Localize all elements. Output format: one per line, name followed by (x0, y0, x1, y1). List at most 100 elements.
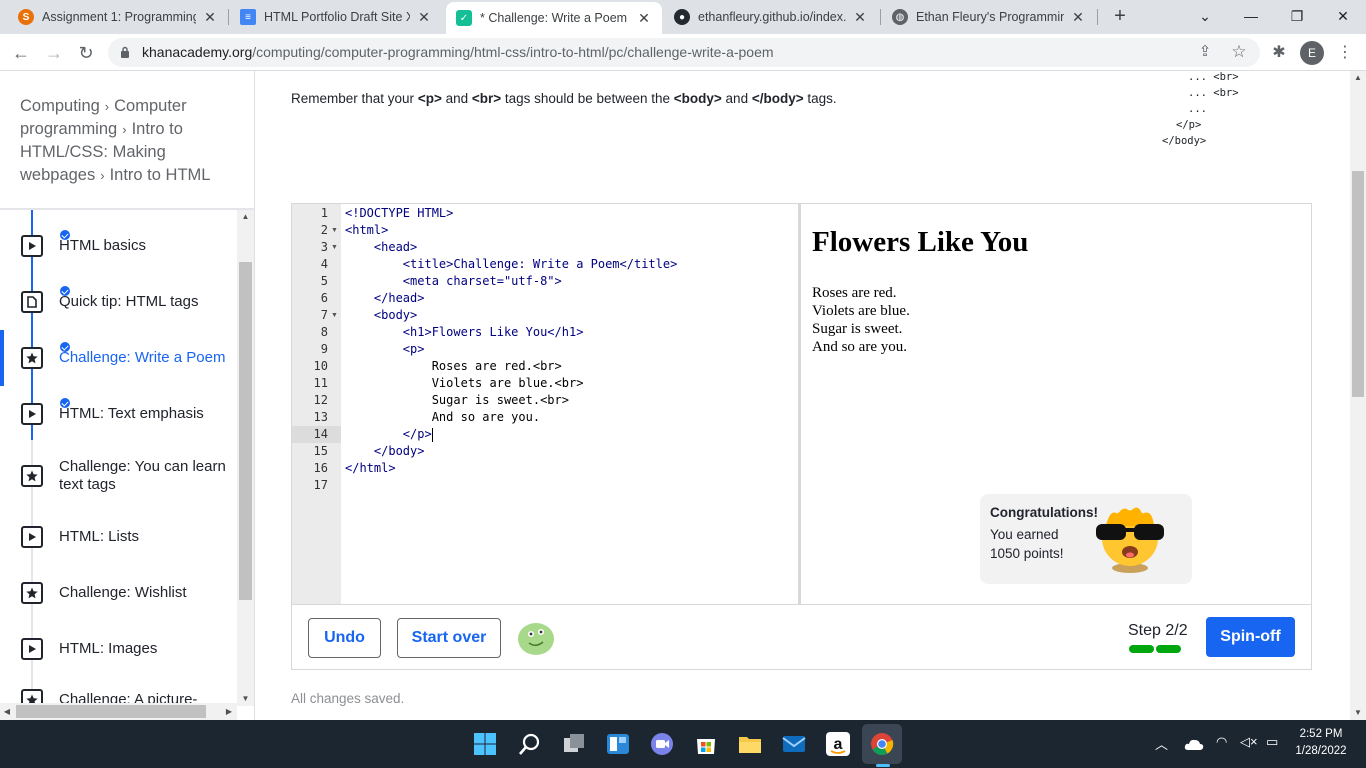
system-clock[interactable]: 2:52 PM 1/28/2022 (1286, 726, 1356, 760)
sidebar-item-label: HTML basics (59, 237, 146, 254)
sidebar-item-quick-tip[interactable]: Quick tip: HTML tags (0, 274, 237, 330)
menu-icon[interactable]: ⋮ (1332, 40, 1358, 66)
start-over-button[interactable]: Start over (397, 618, 501, 658)
tab-khan-challenge[interactable]: ✓ * Challenge: Write a Poem | K ✕ (446, 2, 662, 34)
code-line[interactable]: <!DOCTYPE HTML> (345, 205, 453, 222)
chrome-icon[interactable] (870, 732, 894, 756)
close-tab-icon[interactable]: ✕ (852, 9, 868, 26)
scroll-down-icon[interactable]: ▼ (237, 692, 254, 706)
close-tab-icon[interactable]: ✕ (1070, 9, 1086, 26)
task-view-icon[interactable] (562, 732, 586, 756)
teams-chat-icon[interactable] (650, 732, 674, 756)
restore-button[interactable]: ❐ (1274, 0, 1320, 34)
line-number: 12 (313, 393, 328, 407)
scroll-up-icon[interactable]: ▲ (237, 210, 254, 224)
spin-off-button[interactable]: Spin-off (1206, 617, 1295, 657)
code-line[interactable]: And so are you. (345, 409, 540, 426)
sunglasses-mascot-icon (1096, 507, 1164, 573)
volume-muted-icon[interactable]: ◁× (1240, 734, 1258, 750)
code-line[interactable]: <p> (345, 341, 425, 358)
microsoft-store-icon[interactable] (694, 732, 718, 756)
instruction-text: Remember that your <p> and <br> tags sho… (291, 91, 837, 106)
tab-assignment[interactable]: S Assignment 1: Programming ✕ (8, 0, 228, 34)
document-icon (21, 285, 71, 313)
page-scrollbar[interactable]: ▲ ▼ (1350, 71, 1366, 720)
sidebar-item-html-basics[interactable]: HTML basics (0, 218, 237, 274)
code-line[interactable]: <h1>Flowers Like You</h1> (345, 324, 584, 341)
scrollbar-thumb[interactable] (16, 705, 206, 718)
code-line[interactable]: <html> (345, 222, 388, 239)
sidebar-item-label: HTML: Images (59, 640, 158, 657)
code-line[interactable]: </body> (345, 443, 425, 460)
reload-button[interactable]: ↻ (73, 40, 99, 66)
code-text: Roses are red.<br> (345, 359, 562, 373)
breadcrumb-computing[interactable]: Computing (20, 97, 100, 115)
fold-arrow-icon[interactable]: ▼ (331, 307, 338, 324)
tray-overflow-icon[interactable]: ︿ (1155, 734, 1168, 753)
tab-github[interactable]: ● ethanfleury.github.io/index.h ✕ (664, 0, 878, 34)
fold-arrow-icon[interactable]: ▼ (331, 222, 338, 239)
code-line[interactable]: </html> (345, 460, 396, 477)
sidebar-horizontal-scrollbar[interactable]: ◀ ▶ (0, 703, 237, 720)
code-line[interactable]: </p> (345, 426, 433, 443)
tab-search-icon[interactable]: ⌄ (1182, 0, 1228, 34)
profile-avatar[interactable]: E (1300, 41, 1324, 65)
code-editor[interactable]: 1 2 ▼ 3 ▼ 4 5 6 7 ▼ 8 9 10 11 12 13 14 15 16 17 <!DOCTYPE H… (292, 204, 801, 604)
forward-button[interactable]: → (41, 40, 67, 66)
battery-icon[interactable]: ▭ (1266, 734, 1278, 750)
code-line[interactable]: <title>Challenge: Write a Poem</title> (345, 256, 678, 273)
code-line[interactable]: </head> (345, 290, 425, 307)
tab-programming-site[interactable]: ◍ Ethan Fleury's Programming ✕ (882, 0, 1096, 34)
sidebar-item-html-lists[interactable]: HTML: Lists (0, 509, 237, 565)
scroll-down-icon[interactable]: ▼ (1350, 706, 1366, 720)
sidebar-item-learn-text-tags[interactable]: Challenge: You can learn text tags (0, 448, 237, 504)
fold-arrow-icon[interactable]: ▼ (331, 239, 338, 256)
minimize-button[interactable]: — (1228, 0, 1274, 34)
close-tab-icon[interactable]: ✕ (416, 9, 432, 26)
back-button[interactable]: ← (8, 40, 34, 66)
close-window-button[interactable]: ✕ (1320, 0, 1366, 34)
scroll-up-icon[interactable]: ▲ (1350, 71, 1366, 85)
amazon-icon[interactable]: a (826, 732, 850, 756)
extensions-icon[interactable]: ✱ (1266, 40, 1292, 66)
file-explorer-icon[interactable] (738, 732, 762, 756)
wifi-icon[interactable]: ◠ (1216, 734, 1227, 750)
breadcrumb: Computing › Computer programming › Intro to … (20, 95, 230, 187)
windows-start-icon[interactable] (473, 732, 497, 756)
sidebar-item-text-emphasis[interactable]: HTML: Text emphasis (0, 386, 237, 442)
scrollbar-thumb[interactable] (239, 262, 252, 600)
onedrive-cloud-icon[interactable] (1184, 737, 1204, 751)
address-bar[interactable]: khanacademy.org/computing/computer-progr… (108, 38, 1260, 67)
bookmark-star-icon[interactable]: ☆ (1226, 39, 1252, 65)
scroll-right-icon[interactable]: ▶ (222, 703, 236, 720)
scroll-left-icon[interactable]: ◀ (0, 703, 14, 720)
tab-portfolio-draft[interactable]: ≡ HTML Portfolio Draft Site X ✕ (230, 0, 442, 34)
play-icon (21, 397, 71, 425)
close-tab-icon[interactable]: ✕ (202, 9, 218, 26)
breadcrumb-intro-to-html[interactable]: Intro to HTML (110, 166, 211, 184)
sidebar-item-html-images[interactable]: HTML: Images (0, 621, 237, 677)
hopper-avatar-icon[interactable] (517, 620, 555, 656)
code-text: </p> (345, 427, 432, 441)
code-line[interactable]: <meta charset="utf-8"> (345, 273, 562, 290)
tab-title: Assignment 1: Programming (42, 10, 196, 24)
widgets-icon[interactable] (606, 732, 630, 756)
sidebar-item-wishlist[interactable]: Challenge: Wishlist (0, 565, 237, 621)
mail-icon[interactable] (782, 732, 806, 756)
sidebar-scrollbar[interactable]: ▲ ▼ (237, 210, 254, 706)
code-line[interactable]: Sugar is sweet.<br> (345, 392, 569, 409)
search-icon[interactable] (518, 732, 542, 756)
scrollbar-thumb[interactable] (1352, 171, 1364, 397)
close-tab-icon[interactable]: ✕ (636, 10, 652, 27)
code-line[interactable]: <head> (345, 239, 417, 256)
code-line[interactable]: Violets are blue.<br> (345, 375, 584, 392)
url-text[interactable]: khanacademy.org/computing/computer-progr… (142, 38, 774, 67)
undo-button[interactable]: Undo (308, 618, 381, 658)
sidebar-item-picture-challenge[interactable]: Challenge: A picture- (0, 672, 237, 706)
sidebar-item-label: HTML: Text emphasis (59, 405, 204, 422)
new-tab-button[interactable]: + (1108, 4, 1132, 28)
code-line[interactable]: <body> (345, 307, 417, 324)
share-icon[interactable]: ⇪ (1192, 39, 1218, 65)
code-line[interactable]: Roses are red.<br> (345, 358, 562, 375)
sidebar-item-write-a-poem[interactable]: Challenge: Write a Poem (0, 330, 237, 386)
